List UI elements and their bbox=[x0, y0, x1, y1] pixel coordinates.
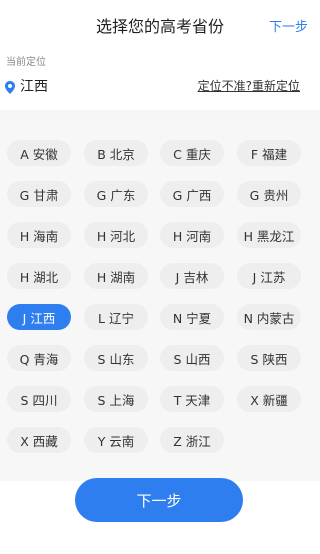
next-step-button[interactable]: 下一步 bbox=[75, 478, 243, 522]
location-pin-icon bbox=[5, 79, 15, 94]
province-chip[interactable]: J 吉林 bbox=[160, 263, 224, 289]
province-chip[interactable]: N 内蒙古 bbox=[237, 304, 301, 330]
province-chip[interactable]: L 辽宁 bbox=[84, 304, 148, 330]
province-chip[interactable]: X 新疆 bbox=[237, 386, 301, 412]
province-chip[interactable]: H 海南 bbox=[7, 222, 71, 248]
province-chip[interactable]: H 黑龙江 bbox=[237, 222, 301, 248]
province-chip[interactable]: G 广西 bbox=[160, 181, 224, 207]
province-chip[interactable]: S 四川 bbox=[7, 386, 71, 412]
province-chip[interactable]: G 甘肃 bbox=[7, 181, 71, 207]
province-chip[interactable]: H 湖北 bbox=[7, 263, 71, 289]
relocate-link[interactable]: 定位不准?重新定位 bbox=[198, 77, 300, 94]
current-location-label: 当前定位 bbox=[6, 57, 46, 68]
province-chip[interactable]: H 河北 bbox=[84, 222, 148, 248]
province-chip[interactable]: Q 青海 bbox=[7, 345, 71, 371]
province-chip[interactable]: S 陕西 bbox=[237, 345, 301, 371]
province-chip[interactable]: J 江苏 bbox=[237, 263, 301, 289]
bottom-spacer bbox=[0, 540, 320, 554]
province-chip[interactable]: S 山东 bbox=[84, 345, 148, 371]
header-bar: 选择您的高考省份 下一步 bbox=[0, 0, 320, 48]
province-chip[interactable]: G 贵州 bbox=[237, 181, 301, 207]
province-chip[interactable]: B 北京 bbox=[84, 140, 148, 166]
section-divider bbox=[0, 110, 320, 119]
province-chip[interactable]: S 山西 bbox=[160, 345, 224, 371]
province-chip[interactable]: H 河南 bbox=[160, 222, 224, 248]
province-chip[interactable]: N 宁夏 bbox=[160, 304, 224, 330]
province-chip[interactable]: Z 浙江 bbox=[160, 427, 224, 453]
header-next-button[interactable]: 下一步 bbox=[269, 16, 308, 35]
current-location-row: 江西 定位不准?重新定位 bbox=[0, 70, 320, 100]
province-chip[interactable]: T 天津 bbox=[160, 386, 224, 412]
province-chip[interactable]: F 福建 bbox=[237, 140, 301, 166]
province-chip[interactable]: C 重庆 bbox=[160, 140, 224, 166]
province-chip[interactable]: S 上海 bbox=[84, 386, 148, 412]
province-chip[interactable]: Y 云南 bbox=[84, 427, 148, 453]
current-location-city: 江西 bbox=[20, 79, 48, 95]
province-grid: A 安徽 B 北京 C 重庆 F 福建 G 甘肃 G 广东 G 广西 G 贵州 H 海南 H 河北… bbox=[0, 119, 320, 481]
province-chip[interactable]: J 江西 bbox=[7, 304, 71, 330]
province-chip[interactable]: X 西藏 bbox=[7, 427, 71, 453]
province-chip[interactable]: G 广东 bbox=[84, 181, 148, 207]
province-chip[interactable]: A 安徽 bbox=[7, 140, 71, 166]
province-chip[interactable]: H 湖南 bbox=[84, 263, 148, 289]
